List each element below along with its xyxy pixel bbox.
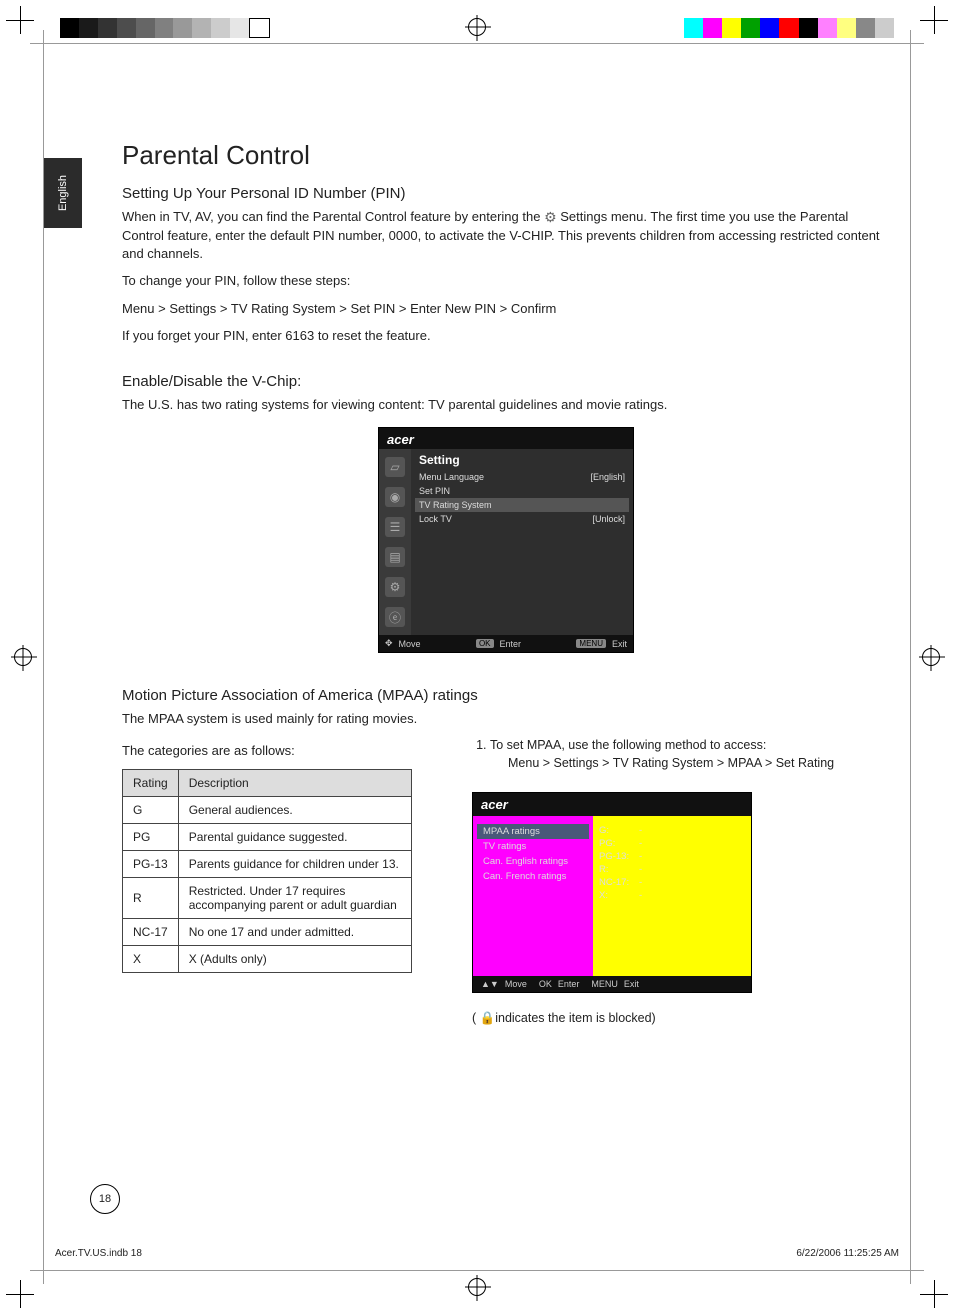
menu-badge: MENU (576, 639, 606, 648)
step-item: To set MPAA, use the following method to… (490, 738, 890, 770)
osd-rating-row: R:- (599, 863, 745, 876)
osd-menu-item: TV Rating System (415, 498, 629, 512)
options-icon: ▤ (385, 547, 405, 567)
table-row: NC-17No one 17 and under admitted. (123, 919, 412, 946)
footer-label: Move (505, 979, 527, 989)
grayscale-bar (60, 18, 270, 38)
body-text: The categories are as follows: (122, 742, 422, 760)
osd-rating-row: PG:- (599, 837, 745, 850)
body-text: The MPAA system is used mainly for ratin… (122, 710, 890, 728)
channel-icon: ☰ (385, 517, 405, 537)
section-heading-mpaa: Motion Picture Association of America (M… (122, 687, 890, 704)
gear-icon: ⚙ (385, 577, 405, 597)
table-row: XX (Adults only) (123, 946, 412, 973)
body-text: If you forget your PIN, enter 6163 to re… (122, 327, 890, 345)
osd-menu-item: Can. French ratings (483, 869, 583, 884)
osd-rating-row: G:- (599, 824, 745, 837)
osd-screenshot-mpaa: acer MPAA ratingsTV ratingsCan. English … (472, 792, 752, 993)
audio-icon: ◉ (385, 487, 405, 507)
osd-menu-item: Menu Language[English] (419, 470, 625, 484)
body-text: The U.S. has two rating systems for view… (122, 396, 890, 414)
footer-label: Move (399, 639, 421, 649)
page-number: 18 (90, 1184, 120, 1214)
osd-rating-row: NC-17:- (599, 876, 745, 889)
language-tab: English (44, 158, 82, 228)
nav-arrows-icon: ✥ (385, 638, 393, 649)
table-row: PGParental guidance suggested. (123, 824, 412, 851)
doc-file-label: Acer.TV.US.indb 18 (55, 1248, 142, 1259)
registration-mark-icon (468, 18, 486, 36)
registration-mark-icon (468, 1278, 486, 1296)
osd-rating-row: X:- (599, 889, 745, 902)
ok-badge: OK (476, 639, 494, 648)
picture-icon: ▱ (385, 457, 405, 477)
brand-logo: acer (379, 428, 633, 449)
menu-badge: MENU (591, 979, 618, 989)
osd-menu-item: TV ratings (483, 839, 583, 854)
empowering-icon: ⓔ (385, 607, 405, 627)
osd-title: Setting (419, 453, 625, 467)
section-heading-vchip: Enable/Disable the V-Chip: (122, 373, 890, 390)
table-row: PG-13Parents guidance for children under… (123, 851, 412, 878)
table-row: GGeneral audiences. (123, 797, 412, 824)
table-header: Description (178, 770, 411, 797)
registration-mark-icon (922, 648, 940, 666)
section-heading-pin: Setting Up Your Personal ID Number (PIN) (122, 185, 890, 202)
color-bar (684, 18, 894, 38)
page-title: Parental Control (122, 140, 890, 171)
osd-screenshot-settings: acer ▱ ◉ ☰ ▤ ⚙ ⓔ Setting Menu Language[E… (378, 427, 634, 653)
lock-icon: 🔒 (480, 1011, 496, 1026)
ok-badge: OK (539, 979, 552, 989)
nav-arrows-icon: ▲▼ (481, 979, 499, 989)
menu-path: Menu > Settings > TV Rating System > Set… (122, 300, 890, 318)
gear-icon: ⚙ (544, 208, 557, 227)
mpaa-ratings-table: Rating Description GGeneral audiences.PG… (122, 769, 412, 973)
osd-rating-row: PG-13:- (599, 850, 745, 863)
doc-date-label: 6/22/2006 11:25:25 AM (796, 1248, 899, 1259)
body-text: When in TV, AV, you can find the Parenta… (122, 208, 890, 262)
brand-logo: acer (473, 793, 751, 816)
osd-menu-item: Set PIN (419, 484, 625, 498)
footer-label: Exit (612, 639, 627, 649)
table-row: RRestricted. Under 17 requires accompany… (123, 878, 412, 919)
registration-mark-icon (14, 648, 32, 666)
osd-menu-item: MPAA ratings (477, 824, 589, 839)
osd-menu-item: Lock TV[Unlock] (419, 512, 625, 526)
footer-label: Enter (558, 979, 580, 989)
osd-menu-item: Can. English ratings (483, 854, 583, 869)
note-text: ( 🔒indicates the item is blocked) (472, 1011, 890, 1026)
menu-path: Menu > Settings > TV Rating System > MPA… (508, 756, 890, 770)
footer-label: Enter (500, 639, 522, 649)
table-header: Rating (123, 770, 179, 797)
footer-label: Exit (624, 979, 639, 989)
body-text: To change your PIN, follow these steps: (122, 272, 890, 290)
